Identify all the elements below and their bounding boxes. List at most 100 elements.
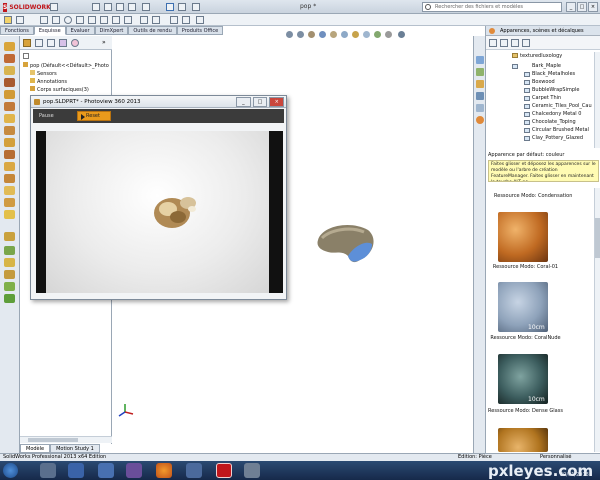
forward-icon[interactable]: [500, 39, 508, 47]
previous-view-icon[interactable]: [308, 31, 315, 38]
tool-6-icon[interactable]: [4, 102, 15, 111]
mirror-icon[interactable]: [124, 16, 132, 24]
tab-produits-office[interactable]: Produits Office: [176, 26, 224, 35]
tool-8-icon[interactable]: [4, 126, 15, 135]
start-button[interactable]: [3, 463, 18, 478]
photoview-title-bar[interactable]: pop.SLDPRT* - Photoview 360 2013 _ □ ×: [31, 96, 286, 108]
new-document-icon[interactable]: [92, 3, 100, 11]
configuration-manager-icon[interactable]: [47, 39, 55, 47]
sketch-icon[interactable]: [4, 16, 12, 24]
solidworks-logo[interactable]: S SOLIDWORKS: [3, 2, 55, 12]
undo-icon[interactable]: [142, 3, 150, 11]
part-model-3d[interactable]: [310, 220, 380, 270]
view-palette-tab-icon[interactable]: [476, 92, 484, 100]
tree-item-annotations[interactable]: Annotations: [30, 78, 67, 85]
relations-icon[interactable]: [170, 16, 178, 24]
file-explorer-tab-icon[interactable]: [476, 80, 484, 88]
tool-1-icon[interactable]: [4, 42, 15, 51]
zoom-area-icon[interactable]: [297, 31, 304, 38]
select-icon[interactable]: [166, 3, 174, 11]
material-item[interactable]: Chalcedony Metal 0: [532, 111, 581, 117]
tool-20-icon[interactable]: [4, 282, 15, 291]
tool-3-icon[interactable]: [4, 66, 15, 75]
tab-outils-de-rendu[interactable]: Outils de rendu: [128, 26, 177, 35]
app-icon[interactable]: [126, 463, 142, 478]
tree-item-sensors[interactable]: Sensors: [30, 70, 57, 77]
photoview-taskbar-icon[interactable]: [244, 463, 260, 478]
photoview-close-button[interactable]: ×: [269, 97, 285, 107]
material-item[interactable]: BubbleWrapSimple: [532, 87, 580, 93]
tool-12-icon[interactable]: [4, 174, 15, 183]
edit-appearance-icon[interactable]: [363, 31, 370, 38]
trim-icon[interactable]: [100, 16, 108, 24]
swatch-scrollbar[interactable]: [594, 188, 600, 452]
expand-panel-icon[interactable]: »: [102, 39, 106, 46]
material-item[interactable]: Ceramic_Tiles_Pool_Cau: [532, 103, 592, 109]
swatch-next[interactable]: [498, 428, 548, 452]
arc-icon[interactable]: [76, 16, 84, 24]
open-icon[interactable]: [104, 3, 112, 11]
up-folder-icon[interactable]: [511, 39, 519, 47]
material-item[interactable]: Clay_Pottery_Glazed: [532, 135, 583, 141]
material-item[interactable]: Chocolate_Toping: [532, 119, 576, 125]
tool-14-icon[interactable]: [4, 198, 15, 207]
tool-5-icon[interactable]: [4, 90, 15, 99]
firefox-icon[interactable]: [156, 463, 172, 478]
tool-10-icon[interactable]: [4, 150, 15, 159]
resources-tab-icon[interactable]: [476, 56, 484, 64]
minimize-button[interactable]: _: [566, 2, 576, 12]
tool-17-icon[interactable]: [4, 246, 15, 255]
swatch-coralnude[interactable]: 10cm: [498, 282, 548, 332]
tab-motion-study[interactable]: Motion Study 1: [50, 444, 100, 453]
pause-button[interactable]: Pause: [39, 112, 54, 120]
display-manager-icon[interactable]: [71, 39, 79, 47]
tool-13-icon[interactable]: [4, 186, 15, 195]
property-manager-icon[interactable]: [35, 39, 43, 47]
tree-item-surface-bodies[interactable]: Corps surfaciques(3): [30, 86, 89, 93]
rectangle-icon[interactable]: [52, 16, 60, 24]
material-list-scrollbar[interactable]: [594, 52, 600, 148]
offset-icon[interactable]: [112, 16, 120, 24]
move-icon[interactable]: [152, 16, 160, 24]
tool-4-icon[interactable]: [4, 78, 15, 87]
tool-19-icon[interactable]: [4, 270, 15, 279]
tool-18-icon[interactable]: [4, 258, 15, 267]
photoview-minimize-button[interactable]: _: [236, 97, 251, 107]
tool-16-icon[interactable]: [4, 232, 15, 241]
scrollbar-thumb[interactable]: [595, 218, 600, 258]
reset-button[interactable]: Reset: [77, 111, 111, 121]
zoom-fit-icon[interactable]: [286, 31, 293, 38]
solidworks-taskbar-icon[interactable]: [216, 463, 232, 478]
explorer-icon[interactable]: [40, 463, 56, 478]
apply-scene-icon[interactable]: [374, 31, 381, 38]
tab-evaluer[interactable]: Evaluer: [65, 26, 95, 35]
tool-15-icon[interactable]: [4, 210, 15, 219]
ie-icon[interactable]: [98, 463, 114, 478]
appearances-tab-icon[interactable]: [476, 116, 484, 124]
display-style-icon[interactable]: [341, 31, 348, 38]
scrollbar-thumb[interactable]: [28, 438, 78, 442]
options-icon[interactable]: [192, 3, 200, 11]
material-item[interactable]: Circular Brushed Metal: [532, 127, 589, 133]
swatch-dense-glass[interactable]: 10cm: [498, 354, 548, 404]
circle-icon[interactable]: [64, 16, 72, 24]
tool-7-icon[interactable]: [4, 114, 15, 123]
material-item[interactable]: Bark_Maple: [532, 63, 561, 69]
tree-root-pop[interactable]: pop (Défault<<Défault>_Photo: [23, 62, 109, 69]
rebuild-icon[interactable]: [178, 3, 186, 11]
tab-esquisse[interactable]: Esquisse: [33, 26, 66, 35]
line-icon[interactable]: [40, 16, 48, 24]
monitor-icon[interactable]: [398, 31, 405, 38]
menu-arrow-icon[interactable]: [50, 3, 58, 11]
tool-21-icon[interactable]: [4, 294, 15, 303]
repair-icon[interactable]: [182, 16, 190, 24]
spline-icon[interactable]: [88, 16, 96, 24]
close-button[interactable]: ×: [588, 2, 598, 12]
hide-show-icon[interactable]: [352, 31, 359, 38]
folder-app-icon[interactable]: [186, 463, 202, 478]
swatch-coral-01[interactable]: [498, 212, 548, 262]
tab-model[interactable]: Modèle: [20, 444, 51, 453]
status-units[interactable]: Personnalisé: [540, 454, 572, 461]
search-input[interactable]: Rechercher des fichiers et modèles: [422, 2, 562, 12]
dimxpert-manager-icon[interactable]: [59, 39, 67, 47]
